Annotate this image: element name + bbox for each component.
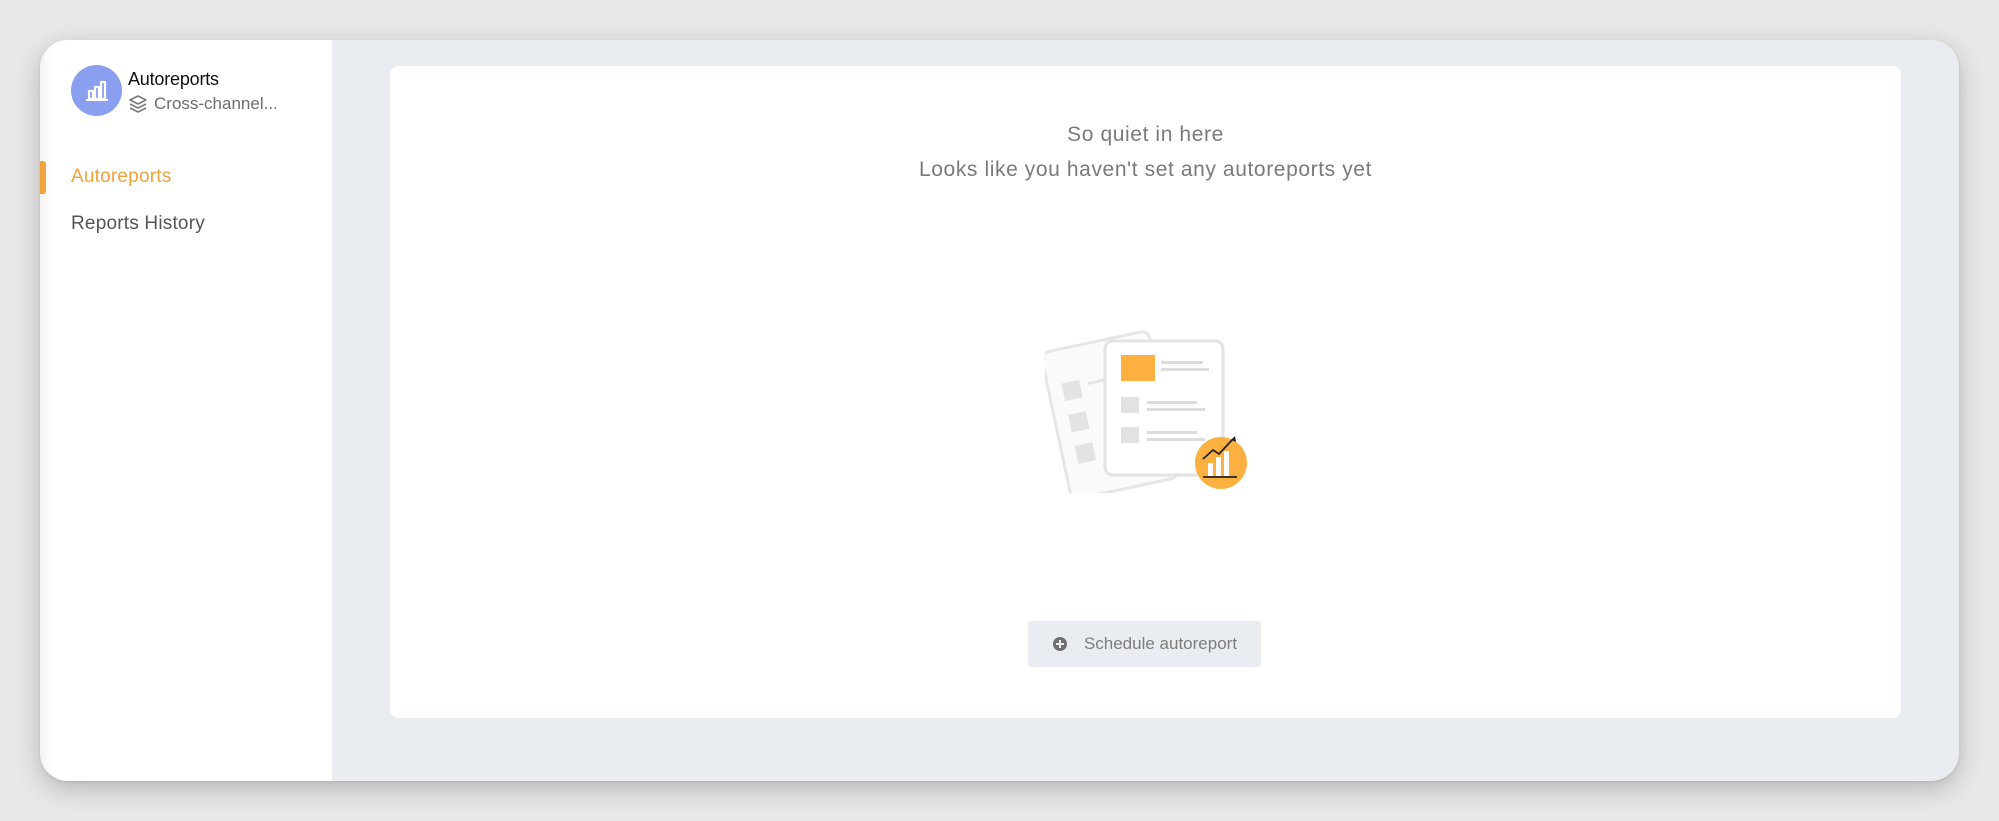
- schedule-autoreport-button[interactable]: Schedule autoreport: [1028, 621, 1261, 667]
- empty-state-subtitle: Looks like you haven't set any autorepor…: [918, 158, 1373, 181]
- layers-icon: [129, 95, 147, 113]
- empty-state-title: So quiet in here: [1067, 123, 1224, 146]
- app-title: Autoreports: [128, 69, 219, 89]
- schedule-autoreport-label: Schedule autoreport: [1083, 634, 1238, 653]
- sidebar-item-autoreports[interactable]: Autoreports: [40, 153, 332, 200]
- content-card: So quiet in here Looks like you haven't …: [390, 66, 1901, 718]
- sidebar-item-label: Autoreports: [71, 166, 172, 187]
- workspace-selector[interactable]: Cross-channel...: [128, 94, 278, 114]
- bar-chart-icon: [85, 80, 108, 101]
- plus-circle-icon: [1052, 637, 1067, 651]
- app-window: Autoreports Cross-channel... Autoreports…: [40, 40, 1959, 781]
- sidebar-item-reports-history[interactable]: Reports History: [40, 200, 332, 247]
- sidebar-item-label: Reports History: [71, 213, 205, 234]
- app-header: Autoreports Cross-channel...: [71, 65, 311, 117]
- app-logo: [71, 65, 122, 116]
- sidebar: Autoreports Cross-channel... Autoreports…: [40, 40, 332, 781]
- workspace-label: Cross-channel...: [154, 94, 278, 113]
- reports-illustration: [1045, 330, 1247, 493]
- sidebar-nav: Autoreports Reports History: [40, 153, 332, 247]
